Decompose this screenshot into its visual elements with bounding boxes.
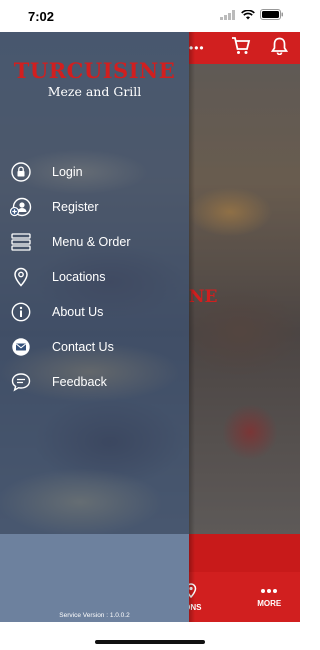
drawer-item-label: About Us: [52, 304, 104, 319]
brand-title: TURCUISINE: [13, 58, 176, 83]
drawer-item-label: Locations: [52, 269, 106, 284]
home-indicator[interactable]: [95, 640, 205, 644]
lock-icon: [10, 161, 32, 183]
drawer-item-label: Register: [52, 199, 99, 214]
wifi-icon: [241, 7, 255, 25]
drawer-item-register[interactable]: Register: [10, 189, 185, 224]
drawer-item-feedback[interactable]: Feedback: [10, 364, 185, 399]
drawer-item-locations[interactable]: Locations: [10, 259, 185, 294]
drawer-item-menu-order[interactable]: Menu & Order: [10, 224, 185, 259]
drawer-menu: Login Register Menu & Order Locations Ab…: [10, 154, 185, 399]
promo-band: [189, 534, 300, 572]
chat-icon: [10, 371, 32, 393]
info-icon: [10, 301, 32, 323]
status-bar: 7:02: [0, 0, 300, 32]
location-pin-icon: [10, 266, 32, 288]
brand-subtitle: Meze and Grill: [47, 84, 142, 99]
brand-logo: TURCUISINE Meze and Grill: [0, 58, 189, 100]
status-time: 7:02: [28, 8, 55, 24]
drawer-item-label: Login: [52, 164, 83, 179]
menu-list-icon: [10, 231, 32, 253]
tab-more[interactable]: MORE: [239, 572, 301, 622]
drawer-item-label: Menu & Order: [52, 234, 131, 249]
bell-icon[interactable]: [270, 37, 289, 60]
battery-icon: [260, 7, 284, 25]
top-app-bar: •••: [189, 32, 300, 64]
bottom-tab-bar: TIONS MORE: [177, 572, 301, 622]
tab-label: MORE: [257, 598, 282, 608]
cart-icon[interactable]: [231, 36, 251, 60]
bottom-safe-area: [0, 622, 300, 650]
drawer-item-about-us[interactable]: About Us: [10, 294, 185, 329]
navigation-drawer: TURCUISINE Meze and Grill Login Register…: [0, 32, 189, 622]
status-icons: [220, 7, 284, 25]
drawer-item-contact-us[interactable]: Contact Us: [10, 329, 185, 364]
drawer-item-label: Contact Us: [52, 339, 114, 354]
drawer-item-label: Feedback: [52, 374, 107, 389]
more-dots-icon: [260, 587, 278, 596]
mail-icon: [10, 336, 32, 358]
signal-icon: [220, 7, 236, 25]
service-version: Service Version : 1.0.0.2: [59, 612, 130, 619]
drawer-item-login[interactable]: Login: [10, 154, 185, 189]
add-user-icon: [10, 196, 32, 218]
drawer-edge-shadow: [189, 32, 195, 622]
